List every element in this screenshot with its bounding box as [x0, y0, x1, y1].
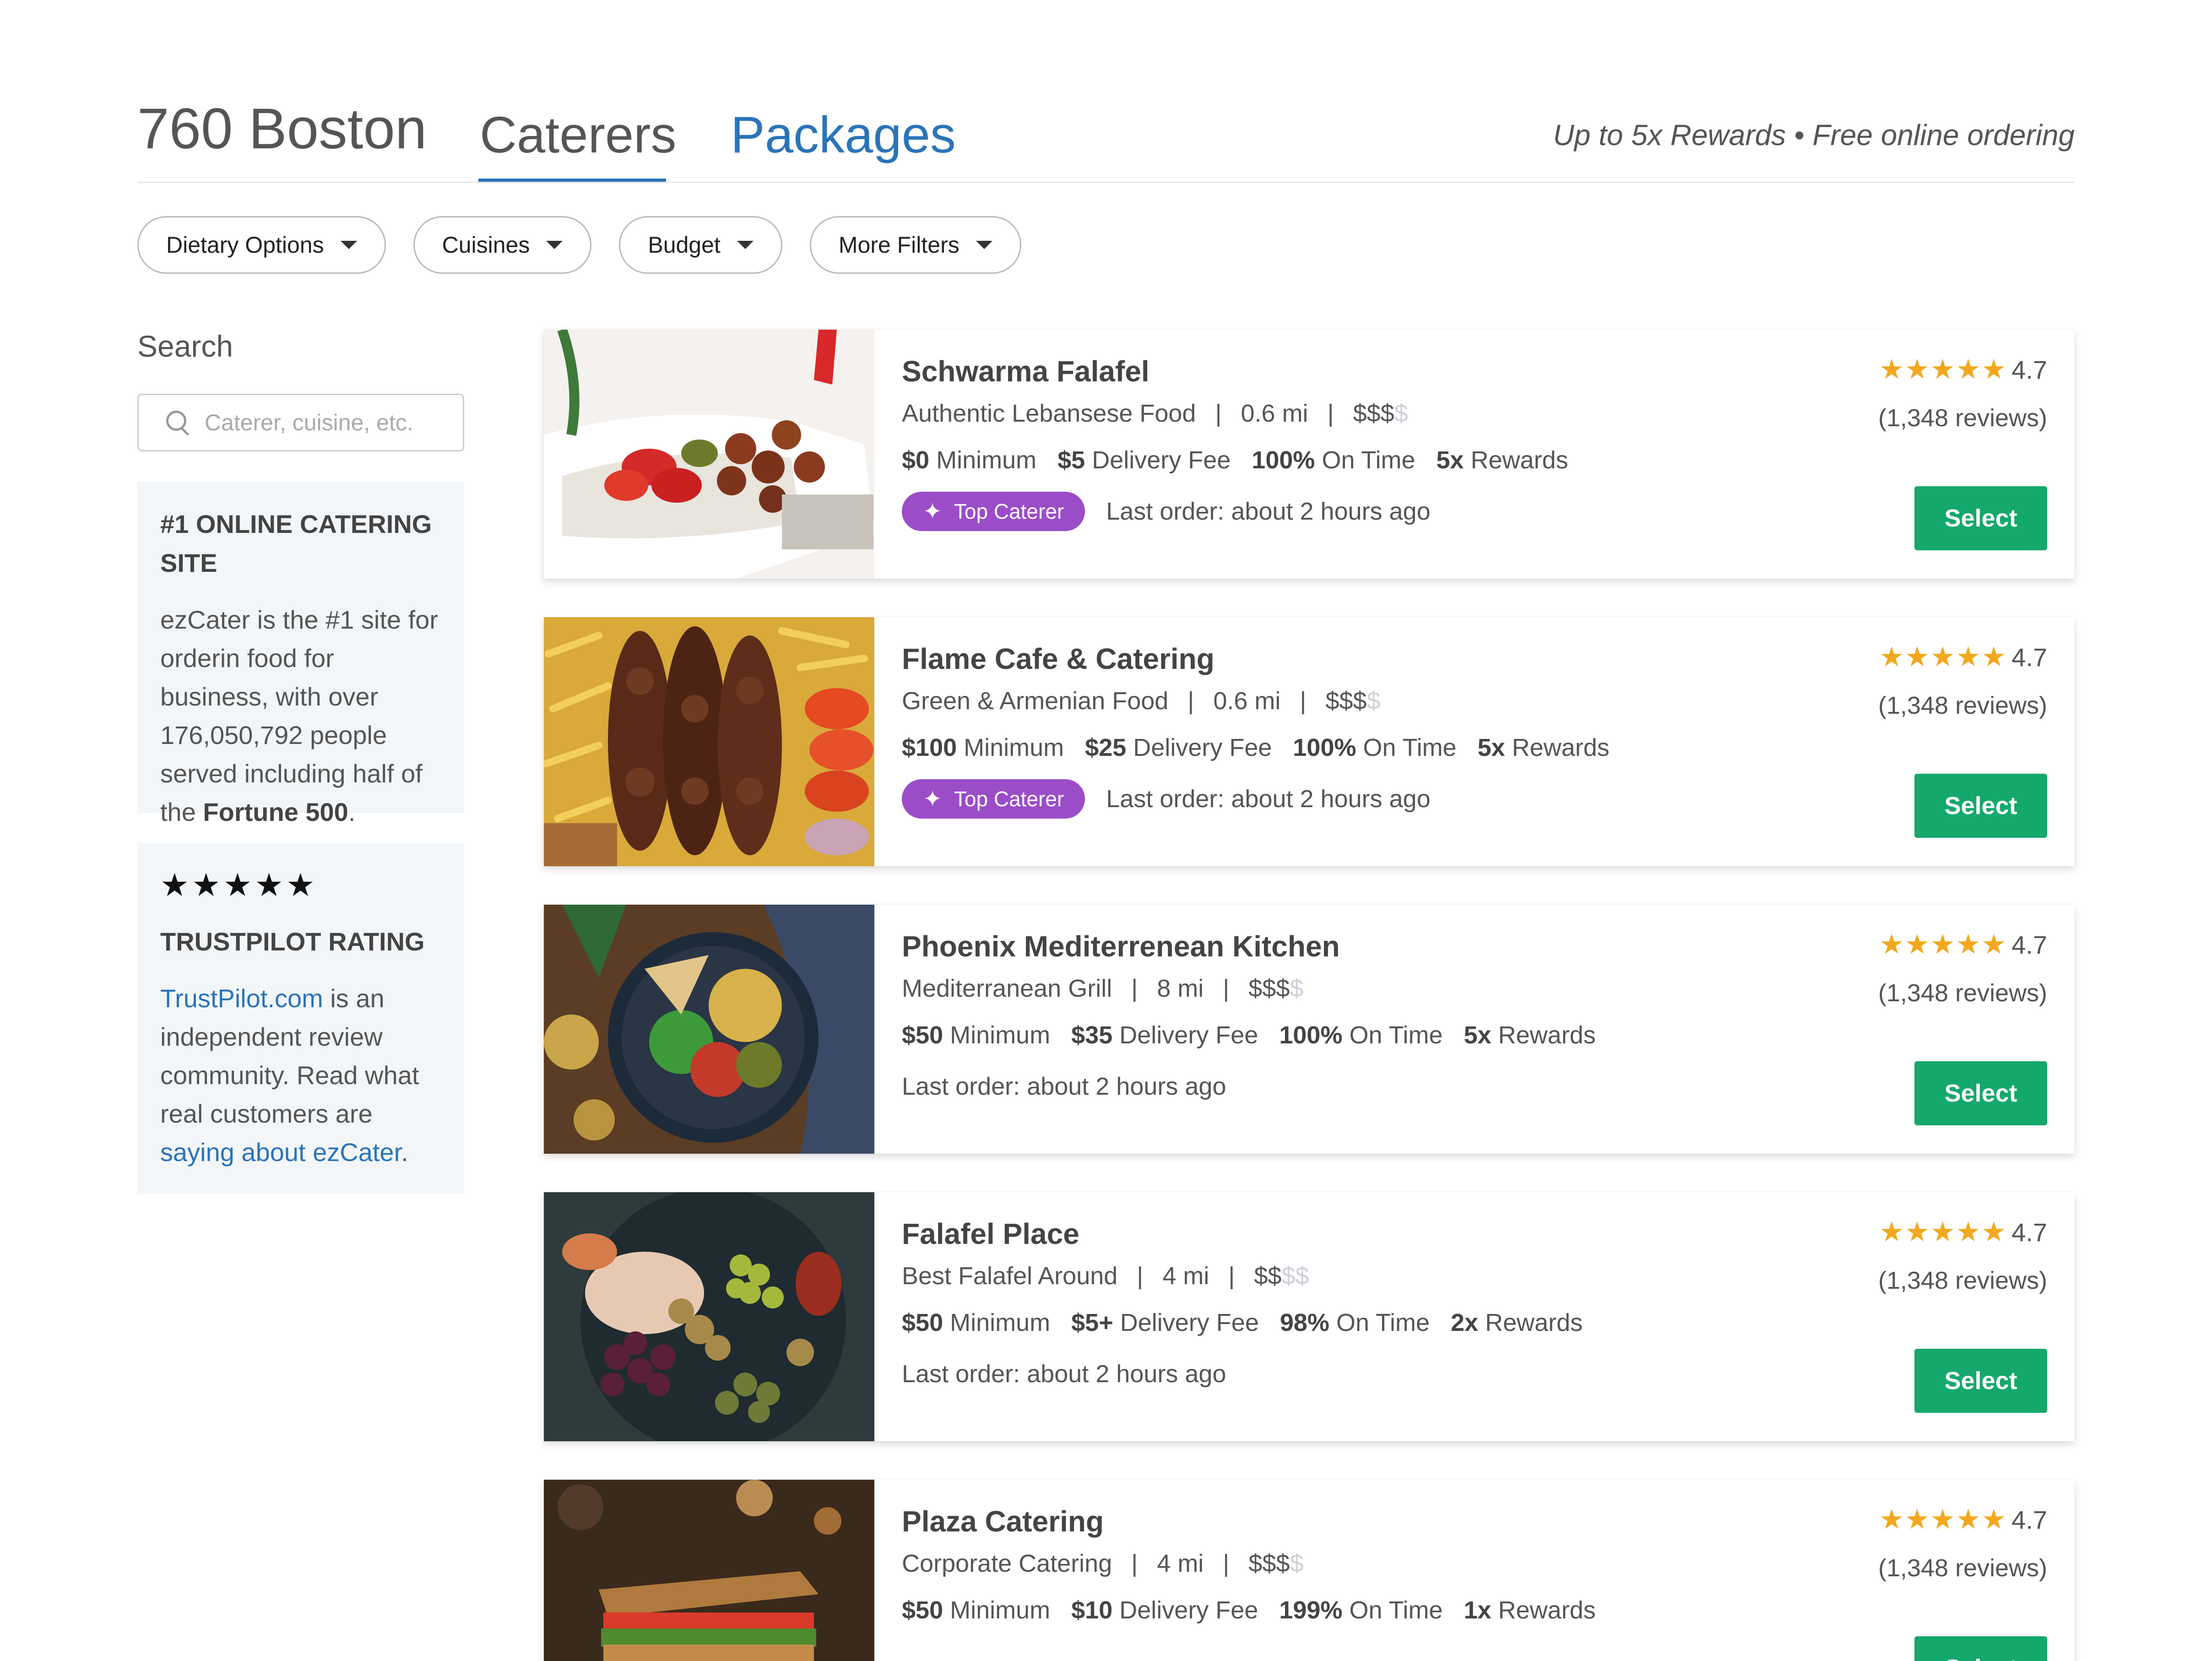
promo-text: Up to 5x Rewards • Free online ordering — [1553, 119, 2075, 152]
rating-stars-icon: ★★★★★ — [1879, 1216, 2007, 1247]
review-count: (1,348 reviews) — [1878, 692, 2047, 719]
caterer-info: Plaza Catering Corporate Catering | 4 mi | $… — [902, 1504, 1596, 1624]
online-catering-info-box: #1 ONLINE CATERING SITE ezCater is the #… — [137, 482, 464, 826]
top-caterer-badge: ✦ Top Caterer — [902, 779, 1085, 819]
review-count: (1,348 reviews) — [1878, 979, 2047, 1007]
caterer-subtitle: Authentic Lebansese Food | 0.6 mi | $$$$ — [902, 400, 1408, 427]
page: 760 Boston Caterers Packages Up to 5x Re… — [0, 0, 2212, 1661]
caterer-stats: $100 Minimum $25 Delivery Fee 100% On Ti… — [902, 734, 1610, 761]
filter-dietary-options[interactable]: Dietary Options — [137, 216, 386, 274]
caterer-name[interactable]: Plaza Catering — [902, 1504, 1596, 1538]
caret-down-icon — [976, 241, 992, 249]
last-order-text: Last order: about 2 hours ago — [1106, 785, 1431, 813]
saying-about-ezcater-link[interactable]: saying about ezCater — [160, 1138, 401, 1167]
caterer-info: Falafel Place Best Falafel Around | 4 mi | $… — [902, 1217, 1583, 1388]
caterer-meta: ✦ Top Caterer Last order: about 2 hours a… — [902, 779, 1610, 819]
select-button[interactable]: Select — [1914, 486, 2047, 550]
filter-label: Budget — [648, 232, 721, 258]
caterer-subtitle: Best Falafel Around | 4 mi | $$$$ — [902, 1262, 1309, 1290]
rating-stars-icon: ★★★★★ — [1879, 354, 2007, 385]
search-heading: Search — [137, 329, 233, 363]
last-order-text: Last order: about 2 hours ago — [902, 1360, 1226, 1388]
rating-stars-icon: ★★★★★ — [1879, 641, 2007, 672]
caterer-subtitle: Corporate Catering | 4 mi | $$$$ — [902, 1550, 1304, 1577]
filter-cuisines[interactable]: Cuisines — [413, 216, 592, 274]
caterer-rating: ★★★★★ 4.7 (1,348 reviews) — [1878, 1504, 2047, 1582]
review-count: (1,348 reviews) — [1878, 1554, 2047, 1582]
last-order-text: Last order: about 2 hours ago — [902, 1073, 1226, 1100]
select-button[interactable]: Select — [1914, 774, 2047, 838]
caterer-name[interactable]: Schwarma Falafel — [902, 354, 1568, 388]
caterer-info: Phoenix Mediterrenean Kitchen Mediterran… — [902, 929, 1596, 1101]
filter-more-filters[interactable]: More Filters — [809, 216, 1021, 274]
caret-down-icon — [546, 241, 563, 249]
caterer-info: Schwarma Falafel Authentic Lebansese Foo… — [902, 354, 1568, 531]
last-order-text: Last order: about 2 hours ago — [1106, 498, 1431, 525]
tab-packages[interactable]: Packages — [731, 105, 956, 164]
caterer-card[interactable]: Schwarma Falafel Authentic Lebansese Foo… — [544, 330, 2075, 579]
tab-caterers[interactable]: Caterers — [480, 105, 676, 164]
caterer-card[interactable]: Plaza Catering Corporate Catering | 4 mi | $… — [544, 1480, 2075, 1661]
review-count: (1,348 reviews) — [1878, 1267, 2047, 1294]
sparkle-icon: ✦ — [923, 786, 942, 812]
caterer-card[interactable]: Flame Cafe & Catering Green & Armenian F… — [544, 617, 2075, 866]
caterer-meta: ✦ Top Caterer Last order: about 2 hours a… — [902, 492, 1568, 531]
caterer-name[interactable]: Phoenix Mediterrenean Kitchen — [902, 929, 1596, 963]
filter-budget[interactable]: Budget — [619, 216, 782, 274]
caterer-card[interactable]: Phoenix Mediterrenean Kitchen Mediterran… — [544, 905, 2075, 1154]
caterer-name[interactable]: Flame Cafe & Catering — [902, 642, 1610, 676]
caterer-rating: ★★★★★ 4.7 (1,348 reviews) — [1878, 354, 2047, 432]
food-photo — [544, 1192, 874, 1441]
active-tab-indicator — [478, 179, 666, 182]
search-input[interactable]: Caterer, cuisine, etc. — [137, 394, 464, 451]
caterer-stats: $50 Minimum $10 Delivery Fee 199% On Tim… — [902, 1596, 1596, 1624]
page-header: 760 Boston Caterers Packages Up to 5x Re… — [137, 92, 2075, 183]
filter-bar: Dietary Options Cuisines Budget More Fil… — [137, 216, 1021, 274]
box-heading: TRUSTPILOT RATING — [160, 927, 425, 956]
caterer-subtitle: Mediterranean Grill | 8 mi | $$$$ — [902, 975, 1304, 1002]
box-text: ezCater is the #1 site for orderin food … — [160, 605, 438, 826]
select-button[interactable]: Select — [1914, 1061, 2047, 1125]
caterer-meta: Last order: about 2 hours ago — [902, 1072, 1596, 1101]
caret-down-icon — [340, 241, 357, 249]
sparkle-icon: ✦ — [923, 499, 942, 524]
caterer-subtitle: Green & Armenian Food | 0.6 mi | $$$$ — [902, 687, 1381, 715]
caterer-stats: $50 Minimum $5+ Delivery Fee 98% On Time… — [902, 1309, 1583, 1336]
food-photo — [544, 1480, 874, 1661]
rating-stars-icon: ★★★★★ — [1879, 929, 2007, 960]
rating-stars-icon: ★★★★★ — [1879, 1504, 2007, 1535]
filter-label: Dietary Options — [166, 232, 324, 258]
trustpilot-link[interactable]: TrustPilot.com — [160, 984, 323, 1013]
select-button[interactable]: Select — [1914, 1636, 2047, 1661]
caterer-rating: ★★★★★ 4.7 (1,348 reviews) — [1878, 929, 2047, 1007]
box-heading: #1 ONLINE CATERING SITE — [160, 510, 432, 577]
food-photo — [544, 617, 874, 866]
search-placeholder: Caterer, cuisine, etc. — [205, 410, 413, 435]
caterer-rating: ★★★★★ 4.7 (1,348 reviews) — [1878, 641, 2047, 719]
top-caterer-badge: ✦ Top Caterer — [902, 492, 1085, 531]
food-photo — [544, 905, 874, 1154]
trustpilot-info-box: ★★★★★ TRUSTPILOT RATING TrustPilot.com i… — [137, 843, 464, 1194]
caterer-name[interactable]: Falafel Place — [902, 1217, 1583, 1251]
filter-label: More Filters — [838, 232, 960, 258]
star-rating-icon: ★★★★★ — [160, 867, 318, 903]
caterer-stats: $50 Minimum $35 Delivery Fee 100% On Tim… — [902, 1021, 1596, 1049]
caret-down-icon — [737, 241, 754, 249]
box-text: TrustPilot.com is an independent review … — [160, 984, 419, 1167]
food-photo — [544, 330, 874, 579]
caterer-rating: ★★★★★ 4.7 (1,348 reviews) — [1878, 1216, 2047, 1294]
caterer-card[interactable]: Falafel Place Best Falafel Around | 4 mi | $… — [544, 1192, 2075, 1441]
caterer-meta: Last order: about 2 hours ago — [902, 1360, 1583, 1388]
filter-label: Cuisines — [442, 232, 530, 258]
search-icon — [166, 411, 190, 434]
caterer-stats: $0 Minimum $5 Delivery Fee 100% On Time … — [902, 446, 1568, 474]
review-count: (1,348 reviews) — [1878, 404, 2047, 432]
select-button[interactable]: Select — [1914, 1349, 2047, 1413]
location-title: 760 Boston — [137, 97, 427, 161]
caterer-info: Flame Cafe & Catering Green & Armenian F… — [902, 642, 1610, 819]
